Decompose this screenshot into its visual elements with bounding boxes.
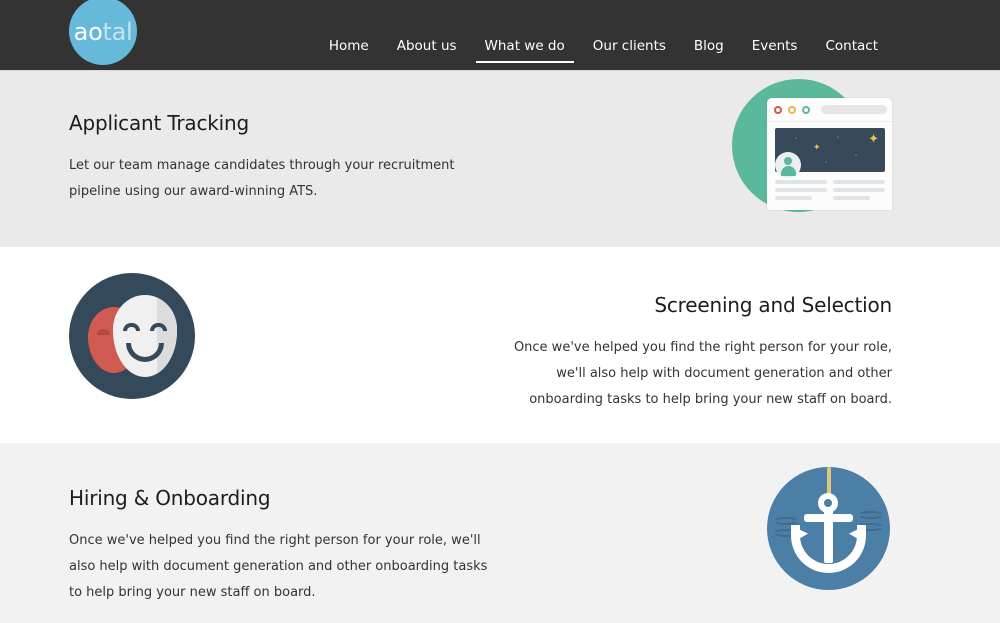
wave-line — [858, 511, 884, 519]
nav-item-contact[interactable]: Contact — [811, 39, 892, 71]
content-line — [833, 196, 871, 200]
nav-item-home[interactable]: Home — [315, 39, 383, 71]
screening-and-selection-text: Screening and Selection Once we've helpe… — [488, 293, 892, 413]
logo-text: aotal — [74, 20, 133, 44]
content-column-right — [833, 180, 885, 200]
site-header: aotal Home About us What we do Our clien… — [0, 0, 1000, 71]
applicant-tracking-text: Applicant Tracking Let our team manage c… — [69, 111, 489, 205]
avatar — [775, 152, 801, 178]
browser-dot-yellow — [788, 105, 796, 114]
hiring-and-onboarding-text: Hiring & Onboarding Once we've helped yo… — [69, 486, 489, 606]
star-icon: ✦ — [868, 132, 879, 147]
section-screening-and-selection: Screening and Selection Once we've helpe… — [0, 247, 1000, 443]
content-line — [833, 188, 885, 192]
hiring-and-onboarding-body: Once we've helped you find the right per… — [69, 533, 488, 600]
anchor-crossbar — [804, 514, 853, 522]
screening-and-selection-body: Once we've helped you find the right per… — [513, 340, 892, 407]
happy-mask-shade — [157, 295, 177, 377]
content-line — [833, 180, 885, 184]
browser-window-graphic: ✦ ✦ — [767, 98, 892, 210]
browser-content-lines — [775, 180, 885, 200]
hiring-and-onboarding-title: Hiring & Onboarding — [69, 486, 271, 510]
section-applicant-tracking: Applicant Tracking Let our team manage c… — [0, 71, 1000, 247]
dot-speck — [837, 136, 839, 138]
main-navigation: Home About us What we do Our clients Blo… — [315, 0, 892, 70]
applicant-tracking-body: Let our team manage candidates through y… — [69, 158, 455, 199]
nav-item-what-we-do[interactable]: What we do — [471, 39, 579, 71]
star-icon: ✦ — [813, 143, 821, 153]
dot-speck — [795, 137, 797, 139]
wave-line — [773, 517, 799, 525]
dot-speck — [825, 161, 827, 163]
logo-text-strong: ao — [73, 18, 103, 46]
nav-item-blog[interactable]: Blog — [680, 39, 738, 71]
browser-dot-red — [774, 105, 782, 114]
avatar-head — [784, 157, 792, 165]
aotal-logo[interactable]: aotal — [69, 0, 137, 65]
browser-titlebar — [767, 98, 892, 122]
content-line — [775, 188, 827, 192]
screening-and-selection-title: Screening and Selection — [654, 293, 892, 317]
logo-text-dim: tal — [102, 18, 133, 46]
sad-mask-eye — [97, 329, 110, 335]
avatar-body — [780, 166, 796, 176]
happy-mask-eye — [123, 323, 140, 331]
nav-item-about-us[interactable]: About us — [383, 39, 471, 71]
nav-item-events[interactable]: Events — [738, 39, 812, 71]
page-root: aotal Home About us What we do Our clien… — [0, 0, 1000, 623]
browser-dot-green — [802, 105, 810, 114]
content-column-left — [775, 180, 827, 200]
anchor-icon — [767, 467, 892, 592]
browser-window-icon: ✦ ✦ — [732, 79, 892, 239]
browser-address-bar — [821, 105, 887, 114]
section-hiring-and-onboarding: Hiring & Onboarding Once we've helped yo… — [0, 443, 1000, 623]
theater-masks-icon — [69, 273, 197, 401]
illustration-circle — [767, 467, 890, 590]
content-line — [775, 180, 827, 184]
applicant-tracking-title: Applicant Tracking — [69, 111, 249, 135]
content-line — [775, 196, 813, 200]
nav-item-our-clients[interactable]: Our clients — [579, 39, 680, 71]
happy-mask — [113, 295, 177, 377]
dot-speck — [855, 154, 857, 156]
happy-mask-eye — [150, 323, 167, 331]
